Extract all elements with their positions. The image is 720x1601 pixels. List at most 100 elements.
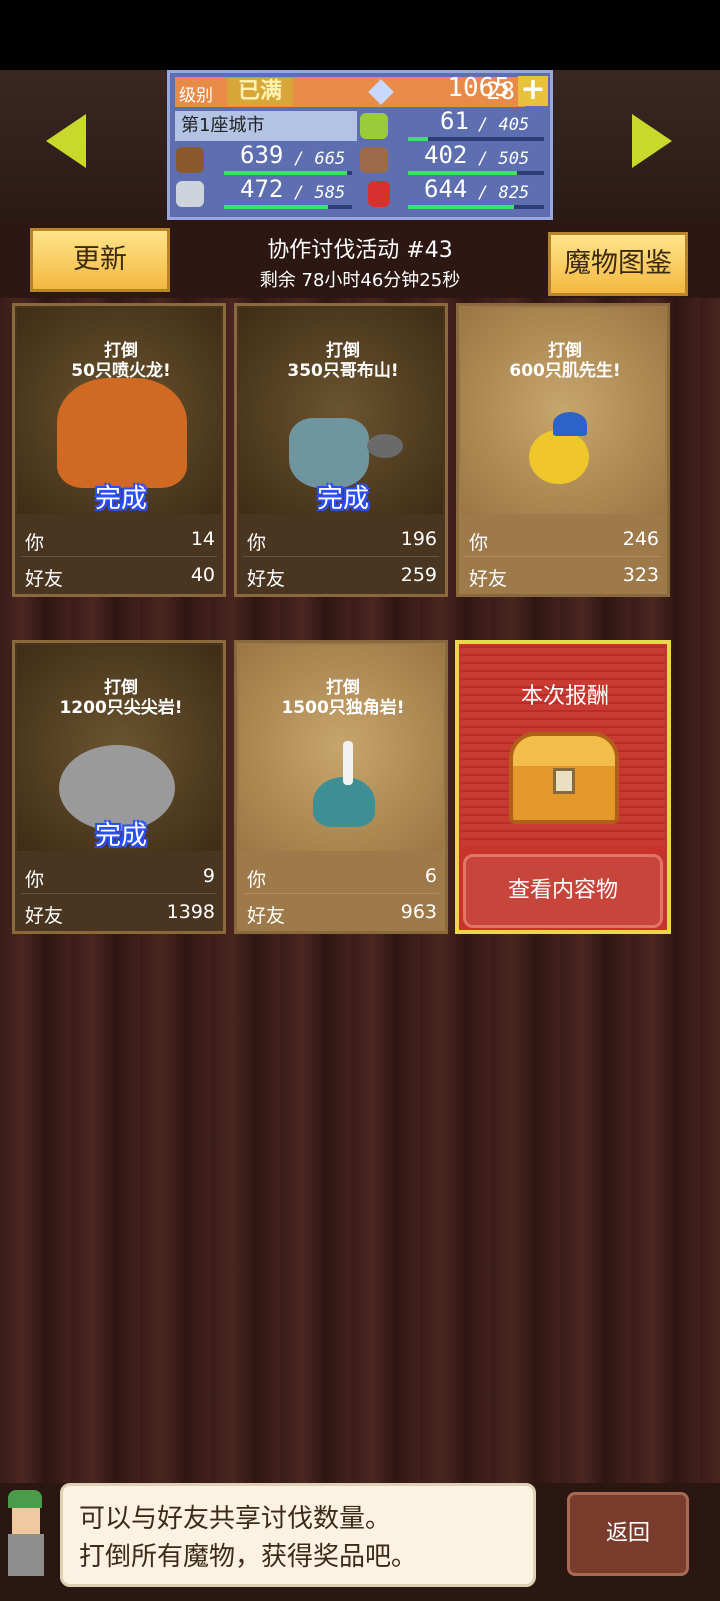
wood-max: / 665 [294,149,346,169]
previous-city-arrow-icon[interactable] [46,114,86,168]
yellow-bird-icon [529,430,589,484]
quest-card-spiked-rock[interactable]: 打倒 1200只尖尖岩! 完成 你 9 好友 1398 [12,640,226,934]
blue-crest-icon [553,412,587,436]
friend-row: 好友 323 [469,564,659,591]
you-count: 246 [622,528,659,550]
friend-row: 好友 963 [247,901,437,928]
gem-count: 1065 [447,73,510,103]
you-row: 你 6 [247,865,437,892]
friend-row: 好友 40 [25,564,215,591]
quest-card-goblin[interactable]: 打倒 350只哥布山! 完成 你 196 好友 259 [234,303,448,597]
grass-value: 61 [440,107,469,135]
friend-count: 259 [400,564,437,586]
row-divider [21,893,217,894]
row-divider [243,556,439,557]
card-art: 打倒 350只哥布山! 完成 [239,308,443,514]
club-icon [367,434,403,458]
fire-dragon-icon [57,378,187,488]
quest-card-yellow-bird[interactable]: 打倒 600只肌先生! 你 246 好友 323 [456,303,670,597]
status-bar-area [0,0,720,70]
card-title-line2: 1500只独角岩! [281,698,405,718]
quest-card-fire-dragon[interactable]: 打倒 50只喷火龙! 完成 你 14 好友 40 [12,303,226,597]
you-count: 14 [190,528,215,550]
level-max-badge: 已满 [227,78,293,106]
next-city-arrow-icon[interactable] [632,114,672,168]
friend-count: 1398 [166,901,215,923]
friend-label: 好友 [25,905,64,927]
add-gems-button[interactable]: + [518,75,548,106]
stone-bar [224,205,352,209]
friend-label: 好友 [469,568,508,590]
tip-line1: 可以与好友共享讨伐数量。 [79,1504,392,1534]
chest-lid [513,736,615,766]
stone-ore-icon [176,181,204,207]
complete-label: 完成 [94,821,147,851]
crystal-max: / 825 [478,183,530,203]
event-timer: 剩余 78小时46分钟25秒 [259,270,461,291]
you-row: 你 9 [25,865,215,892]
you-count: 196 [400,528,437,550]
tip-line2: 打倒所有魔物，获得奖品吧。 [79,1542,418,1572]
treasure-chest-icon [509,732,619,824]
friend-count: 40 [190,564,215,586]
stone-value: 472 [240,175,284,203]
you-label: 你 [25,869,45,891]
event-title: 协作讨伐活动 #43 [267,238,453,263]
card-art: 打倒 600只肌先生! [461,308,665,514]
you-count: 6 [424,865,437,887]
wood-log-icon [176,147,204,173]
reward-art: 本次报酬 [461,646,665,846]
complete-label: 完成 [94,484,147,514]
crystal-bar [408,205,544,209]
grass-max: / 405 [478,115,530,135]
city-name: 第1座城市 [175,111,357,141]
complete-label: 完成 [316,484,369,514]
row-divider [243,893,439,894]
food-basket-icon [360,147,388,173]
card-art: 打倒 50只喷火龙! 完成 [17,308,221,514]
quest-card-horned-slime[interactable]: 打倒 1500只独角岩! 你 6 好友 963 [234,640,448,934]
hat-icon [8,1490,42,1508]
face [12,1508,40,1534]
card-title-line2: 1200只尖尖岩! [59,698,183,718]
body [8,1534,44,1576]
food-value: 402 [424,141,468,169]
food-max: / 505 [478,149,530,169]
horn-icon [343,741,353,785]
wood-value: 639 [240,141,284,169]
advisor-tip-bubble: 可以与好友共享讨伐数量。 打倒所有魔物，获得奖品吧。 [60,1483,536,1587]
row-divider [465,556,661,557]
card-art: 打倒 1200只尖尖岩! 完成 [17,645,221,851]
back-button[interactable]: 返回 [567,1492,689,1576]
you-label: 你 [247,532,267,554]
stone-max: / 585 [294,183,346,203]
view-contents-button[interactable]: 查看内容物 [463,854,663,928]
friend-count: 963 [400,901,437,923]
friend-label: 好友 [25,568,64,590]
friend-count: 323 [622,564,659,586]
update-button[interactable]: 更新 [30,228,170,292]
card-title-line2: 350只哥布山! [287,361,399,381]
row-divider [21,556,217,557]
you-row: 你 14 [25,528,215,555]
advisor-avatar [0,1490,52,1590]
reward-panel: 本次报酬 查看内容物 [455,640,671,934]
resource-panel: 级别 已满 28 1065 + 第1座城市 61 / 405 639 / 665… [167,70,553,220]
you-label: 你 [469,532,489,554]
you-label: 你 [25,532,45,554]
red-crystal-icon [368,181,390,207]
friend-label: 好友 [247,905,286,927]
level-label: 级别 [179,86,213,106]
you-row: 你 246 [469,528,659,555]
lock-icon [553,768,575,794]
you-label: 你 [247,869,267,891]
horned-slime-icon [313,777,375,827]
grass-icon [360,113,388,139]
friend-row: 好友 259 [247,564,437,591]
you-count: 9 [202,865,215,887]
reward-title: 本次报酬 [520,684,609,709]
you-row: 你 196 [247,528,437,555]
friend-row: 好友 1398 [25,901,215,928]
crystal-value: 644 [424,175,468,203]
bestiary-button[interactable]: 魔物图鉴 [548,232,688,296]
